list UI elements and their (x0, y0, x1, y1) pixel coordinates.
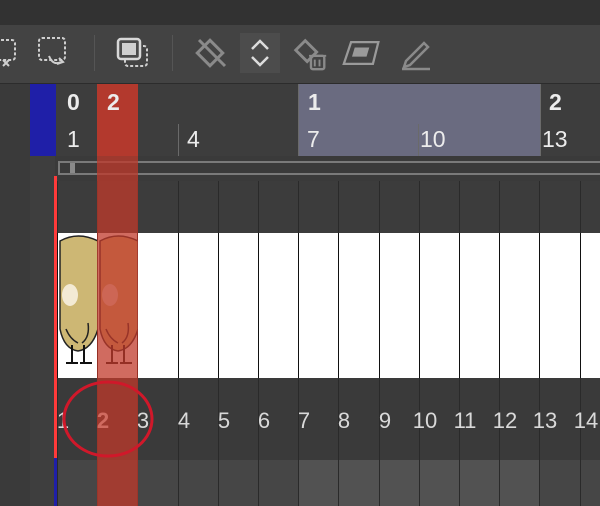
title-strip (0, 0, 600, 25)
frame-divider (379, 181, 380, 233)
frame-divider (338, 460, 339, 506)
frame-divider (258, 460, 259, 506)
cel-cell[interactable] (259, 233, 298, 378)
frame-divider (258, 181, 259, 233)
sidebar-marker (30, 84, 56, 156)
rotate-icon (195, 38, 227, 68)
cel-thumbnail[interactable] (98, 233, 138, 378)
empty-track-row (0, 181, 600, 233)
frame-number[interactable]: 12 (485, 410, 525, 432)
frame-number[interactable]: 7 (284, 410, 324, 432)
cel-cell[interactable] (219, 233, 258, 378)
frame-number[interactable]: 4 (164, 410, 204, 432)
pencil-icon (402, 41, 430, 71)
timeline-toolbar (0, 25, 600, 84)
frame-divider (539, 181, 540, 233)
trash-cel-icon (293, 38, 327, 71)
frame-divider (57, 181, 58, 233)
frame-divider (539, 460, 540, 506)
frame-stack-icon (116, 37, 148, 67)
frame-divider (178, 460, 179, 506)
cel-cell[interactable] (420, 233, 459, 378)
frame-number[interactable]: 14 (566, 410, 600, 432)
frame-number[interactable]: 13 (525, 410, 565, 432)
frame-number[interactable]: 5 (204, 410, 244, 432)
cel-thumbnail[interactable] (58, 233, 98, 378)
frame-label: 13 (542, 126, 568, 152)
start-line (54, 176, 57, 458)
cel-track-row (0, 233, 600, 378)
frame-number[interactable]: 6 (244, 410, 284, 432)
frame-divider (97, 460, 98, 506)
layer-gutter (0, 156, 55, 506)
cel-cell[interactable] (299, 233, 338, 378)
frame-divider (57, 460, 58, 506)
scrub-bar[interactable] (0, 156, 600, 181)
cel-cell[interactable] (460, 233, 499, 378)
frame-divider (298, 181, 299, 233)
cel-cell[interactable] (581, 233, 600, 378)
frame-label: 1 (67, 126, 80, 152)
frame-number[interactable]: 8 (324, 410, 364, 432)
expand-collapse-button[interactable] (240, 33, 280, 73)
copy-frames-icon (38, 37, 66, 65)
paste-frames-icon (0, 39, 16, 67)
second-label: 0 (67, 89, 80, 115)
frame-label: 4 (187, 126, 200, 152)
rotate-disabled-button[interactable] (192, 33, 232, 73)
frame-number[interactable]: 11 (445, 410, 485, 432)
frame-divider (459, 181, 460, 233)
range-highlight[interactable] (298, 84, 540, 156)
start-line-blue (54, 458, 57, 506)
scrub-handle[interactable] (70, 163, 75, 173)
frame-divider (499, 460, 500, 506)
frame-divider (97, 181, 98, 233)
draw-cel-button[interactable] (396, 33, 436, 73)
paste-frames-button[interactable] (0, 33, 26, 73)
bottom-track-row (0, 460, 600, 506)
frame-divider (459, 460, 460, 506)
frame-divider (379, 460, 380, 506)
frame-label: 10 (420, 126, 446, 152)
cel-cell[interactable] (339, 233, 378, 378)
frame-divider (338, 181, 339, 233)
cel-cell[interactable] (179, 233, 218, 378)
new-cel-icon (342, 40, 380, 66)
cel-cell[interactable] (500, 233, 539, 378)
second-label-current: 2 (107, 89, 120, 115)
cel-cell[interactable] (138, 233, 177, 378)
second-label: 1 (308, 89, 321, 115)
frame-stack-button[interactable] (112, 33, 152, 73)
frame-divider (580, 460, 581, 506)
annotation-circle (62, 380, 154, 458)
delete-cel-button[interactable] (290, 33, 330, 73)
timeline-ruler: 0 2 1 2 1 4 7 10 13 (0, 84, 600, 156)
frame-divider (298, 460, 299, 506)
frame-divider (580, 181, 581, 233)
frame-divider (137, 181, 138, 233)
new-cel-button[interactable] (342, 33, 382, 73)
frame-label: 7 (307, 126, 320, 152)
frame-divider (137, 460, 138, 506)
frame-number[interactable]: 10 (405, 410, 445, 432)
cel-cell[interactable] (380, 233, 419, 378)
frame-number[interactable]: 9 (365, 410, 405, 432)
frame-divider (419, 460, 420, 506)
second-label: 2 (549, 89, 562, 115)
cel-cell[interactable] (540, 233, 579, 378)
frame-divider (499, 181, 500, 233)
frame-divider (419, 181, 420, 233)
frame-divider (218, 181, 219, 233)
frame-divider (178, 181, 179, 233)
copy-frames-button[interactable] (34, 33, 74, 73)
timeline-panel: 0 2 1 2 1 4 7 10 13 1 2 3 4 5 6 7 8 9 10 11 12 13 14 (0, 0, 600, 506)
frame-divider (218, 460, 219, 506)
up-down-chevron-icon (251, 39, 269, 67)
